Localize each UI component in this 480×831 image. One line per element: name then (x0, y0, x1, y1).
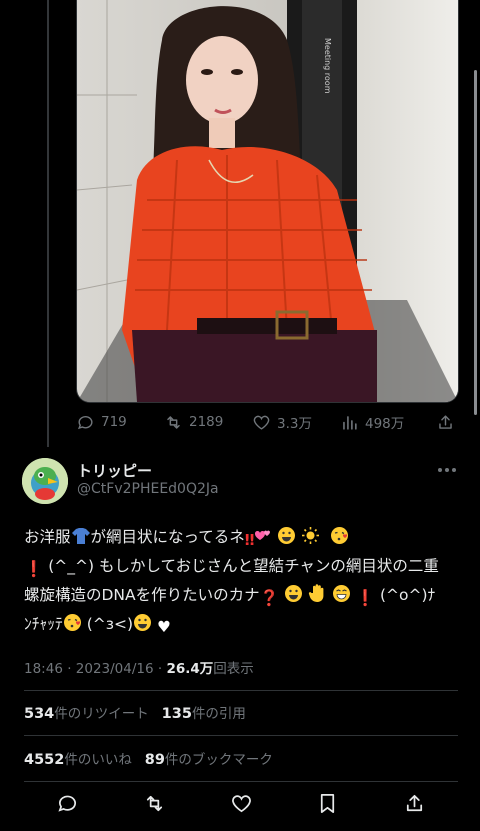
thread-connector-line (47, 0, 49, 447)
tweet-time[interactable]: 18:46 (24, 661, 63, 677)
tweet-text-segment: (^з<) (86, 615, 134, 633)
two-hearts-emoji-icon (255, 530, 271, 540)
avatar[interactable] (22, 458, 68, 504)
grinning-face-emoji-icon (278, 527, 296, 544)
retweets-label: 件のリツイート (54, 706, 149, 722)
tweet-line-3: 螺旋構造のDNAを作りたいのカナ❓ ❗ (^o^)ﾅ (24, 582, 454, 611)
retweet-icon (167, 415, 180, 429)
quoted-tweet-stats: 719 2189 3.3万 498万 (76, 408, 461, 436)
sun-emoji-icon (302, 527, 320, 544)
likes-label: 件のいいね (64, 752, 132, 768)
grinning-face-emoji-icon (134, 614, 152, 631)
view-count: 26.4万 (166, 661, 214, 677)
more-icon (438, 468, 456, 472)
divider (24, 781, 458, 782)
tweet-text-segment: お洋服 (24, 528, 71, 546)
tweet-photo[interactable]: Meeting room (76, 0, 459, 403)
tweet-text-segment: (^_^) もしかしておじさんと望結チャンの網目状の二重 (48, 557, 439, 575)
bookmarks-link[interactable]: 89件のブックマーク (145, 752, 273, 768)
tweet-text-segment: (^o^)ﾅ (379, 586, 436, 604)
bird-avatar-image (22, 458, 68, 504)
like-stat[interactable]: 3.3万 (252, 412, 340, 432)
reply-count: 719 (101, 414, 127, 430)
tweet-action-bar (24, 785, 458, 821)
kissing-heart-emoji-icon (331, 527, 349, 544)
likes-number: 4552 (24, 752, 65, 768)
exclamation-icon: ❗ (355, 589, 376, 607)
retweet-quote-counts: 534件のリツイート 135件の引用 (24, 702, 246, 722)
question-icon: ❓ (259, 589, 279, 607)
tweet-text-segment: 螺旋構造のDNAを作りたいのカナ (24, 586, 260, 604)
author-name[interactable]: トリッピー (77, 460, 152, 481)
shirt-emoji-icon (71, 528, 90, 544)
exclamation-icon: ❗ (24, 560, 44, 578)
raised-hand-emoji-icon (308, 584, 324, 602)
tweet-date[interactable]: 2023/04/16 (76, 661, 154, 677)
retweets-number: 534 (24, 706, 55, 722)
bookmarks-label: 件のブックマーク (164, 752, 273, 768)
divider (24, 735, 458, 736)
tweet-text: お洋服 が網目状になってるネ‼ ❗ (^_^) もしかしておじさんと望結チャンの網… (24, 524, 454, 640)
double-exclamation-icon: ‼ (244, 531, 255, 549)
grinning-squint-emoji-icon (332, 585, 350, 602)
quotes-label: 件の引用 (191, 706, 246, 722)
share-icon[interactable] (403, 792, 426, 815)
grinning-face-emoji-icon (284, 585, 302, 602)
photo-illustration: Meeting room (77, 0, 458, 402)
bookmarks-number: 89 (144, 752, 165, 768)
retweet-icon[interactable] (143, 792, 166, 815)
tweet-line-2: ❗ (^_^) もしかしておじさんと望結チャンの網目状の二重 (24, 553, 454, 582)
quotes-number: 135 (161, 706, 192, 722)
tweet-line-4: ﾝﾁｬｯﾃ (^з<) ♥ (24, 611, 454, 640)
share-icon (439, 414, 452, 429)
tweet-text-segment: ﾝﾁｬｯﾃ (24, 615, 63, 633)
like-count: 3.3万 (277, 416, 312, 432)
author-handle[interactable]: @CtFv2PHEEd0Q2Ja (77, 481, 219, 497)
tweet-author: トリッピー @CtFv2PHEEd0Q2Ja (22, 458, 458, 504)
tweet-line-1: お洋服 が網目状になってるネ‼ (24, 524, 454, 553)
share-stat[interactable] (436, 413, 461, 432)
analytics-icon (343, 415, 357, 430)
views-count: 498万 (365, 416, 405, 432)
more-button[interactable] (436, 462, 458, 478)
sign-text: Meeting room (323, 38, 332, 94)
likes-link[interactable]: 4552件のいいね (24, 752, 132, 768)
like-bookmark-counts: 4552件のいいね 89件のブックマーク (24, 748, 273, 768)
tweet-meta: 18:46 · 2023/04/16 · 26.4万回表示 (24, 661, 254, 677)
retweet-stat[interactable]: 2189 (164, 413, 252, 432)
heart-icon[interactable] (230, 792, 253, 815)
reply-icon[interactable] (56, 792, 79, 815)
retweet-count: 2189 (189, 414, 224, 430)
heart-icon (253, 415, 270, 430)
retweets-link[interactable]: 534件のリツイート (24, 706, 149, 722)
quotes-link[interactable]: 135件の引用 (162, 706, 246, 722)
bookmark-icon[interactable] (316, 792, 339, 815)
reply-stat[interactable]: 719 (76, 413, 164, 432)
kissing-heart-emoji-icon (63, 614, 81, 631)
scrollbar-thumb[interactable] (474, 70, 477, 415)
reply-icon (78, 415, 93, 429)
tweet-text-segment: が網目状になってるネ (90, 528, 245, 546)
view-label: 回表示 (213, 661, 254, 677)
white-heart-icon: ♥ (156, 618, 171, 636)
views-stat[interactable]: 498万 (340, 412, 436, 432)
divider (24, 690, 458, 691)
